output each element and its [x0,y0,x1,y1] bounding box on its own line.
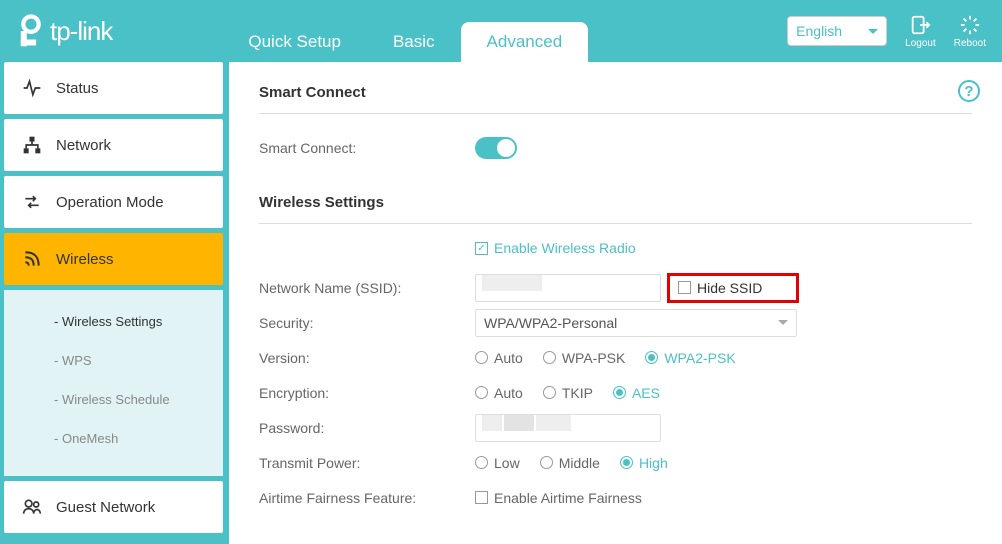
encryption-label: Encryption: [259,385,475,401]
sidebar-item-wireless[interactable]: Wireless [4,233,223,285]
enable-wireless-radio-checkbox[interactable]: ✓ Enable Wireless Radio [475,240,972,256]
sidebar-item-guest-network[interactable]: Guest Network [4,481,223,533]
wireless-icon [22,249,42,269]
sub-onemesh[interactable]: OneMesh [4,419,223,458]
version-label: Version: [259,350,475,366]
smart-connect-title: Smart Connect [259,84,972,114]
transmit-power-label: Transmit Power: [259,455,475,471]
language-select[interactable]: English [787,16,887,46]
checkbox-unchecked-icon: ✓ [475,491,488,504]
transmit-middle-radio[interactable]: Middle [540,455,600,471]
brand-text: tp-link [50,16,112,47]
smart-connect-toggle[interactable] [475,137,517,159]
transmit-low-radio[interactable]: Low [475,455,520,471]
airtime-fairness-checkbox[interactable]: ✓ Enable Airtime Fairness [475,490,642,506]
smart-connect-label: Smart Connect: [259,140,475,156]
encryption-tkip-radio[interactable]: TKIP [543,385,593,401]
main-content: ? Smart Connect Smart Connect: Wireless … [229,62,1002,544]
security-select[interactable]: WPA/WPA2-Personal [475,309,797,337]
hide-ssid-highlight: ✓ Hide SSID [667,273,799,303]
encryption-auto-radio[interactable]: Auto [475,385,523,401]
operation-mode-icon [22,192,42,212]
wireless-submenu: Wireless Settings WPS Wireless Schedule … [4,290,223,476]
chevron-down-icon [868,29,878,39]
sub-wireless-schedule[interactable]: Wireless Schedule [4,380,223,419]
sidebar-item-network[interactable]: Network [4,119,223,171]
password-label: Password: [259,420,475,436]
network-icon [22,135,42,155]
tplink-logo-icon [14,14,48,48]
encryption-aes-radio[interactable]: AES [613,385,660,401]
transmit-high-radio[interactable]: High [620,455,668,471]
top-tabs: Quick Setup Basic Advanced [222,0,588,62]
security-label: Security: [259,315,475,331]
logout-button[interactable]: Logout [905,14,936,49]
version-wpa-radio[interactable]: WPA-PSK [543,350,626,366]
sub-wps[interactable]: WPS [4,341,223,380]
help-icon[interactable]: ? [958,80,980,102]
ssid-label: Network Name (SSID): [259,280,475,296]
sidebar: Status Network Operation Mode Wireless W… [0,62,223,544]
status-icon [22,78,42,98]
header: tp-link Quick Setup Basic Advanced Engli… [0,0,1002,62]
hide-ssid-checkbox[interactable]: ✓ [678,281,691,294]
tab-basic[interactable]: Basic [367,22,461,62]
hide-ssid-label: Hide SSID [697,280,762,296]
dropdown-icon [778,320,788,330]
password-input[interactable] [475,414,661,442]
logo: tp-link [14,14,112,48]
ssid-input[interactable] [475,274,661,302]
reboot-button[interactable]: Reboot [954,14,986,49]
logout-icon [909,14,931,36]
tab-advanced[interactable]: Advanced [461,22,589,62]
language-value: English [796,23,842,39]
version-wpa2-radio[interactable]: WPA2-PSK [645,350,735,366]
version-auto-radio[interactable]: Auto [475,350,523,366]
tab-quick-setup[interactable]: Quick Setup [222,22,367,62]
airtime-label: Airtime Fairness Feature: [259,490,475,506]
sub-wireless-settings[interactable]: Wireless Settings [4,302,223,341]
sidebar-item-status[interactable]: Status [4,62,223,114]
wireless-settings-title: Wireless Settings [259,194,972,224]
guest-network-icon [22,497,42,517]
sidebar-item-operation-mode[interactable]: Operation Mode [4,176,223,228]
reboot-icon [959,14,981,36]
checkbox-checked-icon: ✓ [475,242,488,255]
